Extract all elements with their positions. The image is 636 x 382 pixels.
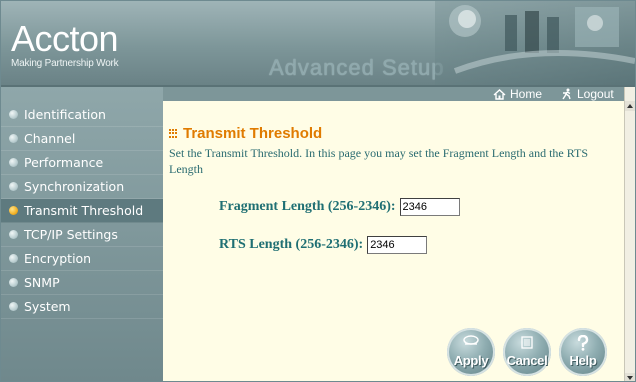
apply-disc-icon	[463, 335, 479, 345]
help-button[interactable]: Help	[559, 328, 607, 376]
sidebar-item-performance[interactable]: Performance	[1, 151, 163, 175]
sidebar-item-label: Synchronization	[24, 179, 125, 194]
sidebar-item-label: Channel	[24, 131, 76, 146]
bullet-icon	[9, 134, 18, 143]
question-mark-icon	[577, 335, 589, 351]
main-content: Transmit Threshold Set the Transmit Thre…	[163, 101, 625, 381]
bullet-icon	[9, 182, 18, 191]
header-photo-collage	[435, 1, 635, 85]
sidebar-item-tcpip-settings[interactable]: TCP/IP Settings	[1, 223, 163, 247]
sidebar-item-label: Transmit Threshold	[24, 203, 144, 218]
scroll-up-arrow-icon[interactable]	[625, 101, 635, 111]
sidebar-nav: Identification Channel Performance Synch…	[1, 103, 163, 319]
scroll-down-arrow-icon[interactable]	[625, 373, 635, 381]
sidebar-item-label: SNMP	[24, 275, 60, 290]
page-description: Set the Transmit Threshold. In this page…	[169, 146, 589, 176]
fragment-length-label: Fragment Length (256-2346):	[219, 199, 396, 214]
sidebar-item-channel[interactable]: Channel	[1, 127, 163, 151]
bullet-icon	[9, 278, 18, 287]
brand-name: Accton	[11, 18, 119, 59]
sidebar-item-system[interactable]: System	[1, 295, 163, 319]
grid-bullet-icon	[169, 128, 179, 139]
sidebar-item-encryption[interactable]: Encryption	[1, 247, 163, 271]
fragment-length-field: Fragment Length (256-2346):	[219, 198, 460, 216]
sidebar-item-synchronization[interactable]: Synchronization	[1, 175, 163, 199]
home-icon	[493, 88, 506, 100]
logout-link[interactable]: Logout	[561, 87, 614, 101]
vertical-scrollbar[interactable]	[624, 87, 635, 381]
rts-length-label: RTS Length (256-2346):	[219, 237, 364, 252]
sidebar-item-snmp[interactable]: SNMP	[1, 271, 163, 295]
sidebar-item-label: TCP/IP Settings	[24, 227, 118, 242]
bullet-icon	[9, 302, 18, 311]
fragment-length-input[interactable]	[399, 198, 460, 216]
rts-length-input[interactable]	[367, 236, 428, 254]
sidebar-item-label: Encryption	[24, 251, 92, 266]
section-title: Advanced Setup	[269, 55, 445, 80]
bullet-icon	[9, 110, 18, 119]
bullet-icon	[9, 254, 18, 263]
sidebar-item-identification[interactable]: Identification	[1, 103, 163, 127]
brand-tagline: Making Partnership Work	[11, 58, 119, 69]
sidebar-item-label: Identification	[24, 107, 106, 122]
top-link-bar: Home Logout	[163, 87, 627, 101]
cancel-button[interactable]: Cancel	[503, 328, 551, 376]
home-link[interactable]: Home	[493, 87, 542, 101]
sidebar: Identification Channel Performance Synch…	[1, 87, 163, 381]
page-title: Transmit Threshold	[169, 125, 322, 142]
trash-icon	[521, 336, 533, 349]
app-window: Accton Making Partnership Work Advanced …	[0, 0, 636, 382]
running-man-icon	[562, 88, 571, 100]
sidebar-item-label: System	[24, 299, 71, 314]
logout-label: Logout	[577, 87, 614, 101]
sidebar-item-label: Performance	[24, 155, 104, 170]
rts-length-field: RTS Length (256-2346):	[219, 236, 428, 254]
apply-button[interactable]: Apply	[447, 328, 495, 376]
accton-logo: Accton Making Partnership Work	[11, 18, 119, 70]
header-banner: Accton Making Partnership Work Advanced …	[1, 1, 635, 85]
home-label: Home	[510, 87, 543, 101]
sidebar-item-transmit-threshold[interactable]: Transmit Threshold	[1, 199, 163, 223]
bullet-icon	[9, 230, 18, 239]
bullet-icon	[9, 158, 18, 167]
active-bullet-icon	[9, 206, 18, 215]
page-title-text: Transmit Threshold	[183, 125, 323, 142]
